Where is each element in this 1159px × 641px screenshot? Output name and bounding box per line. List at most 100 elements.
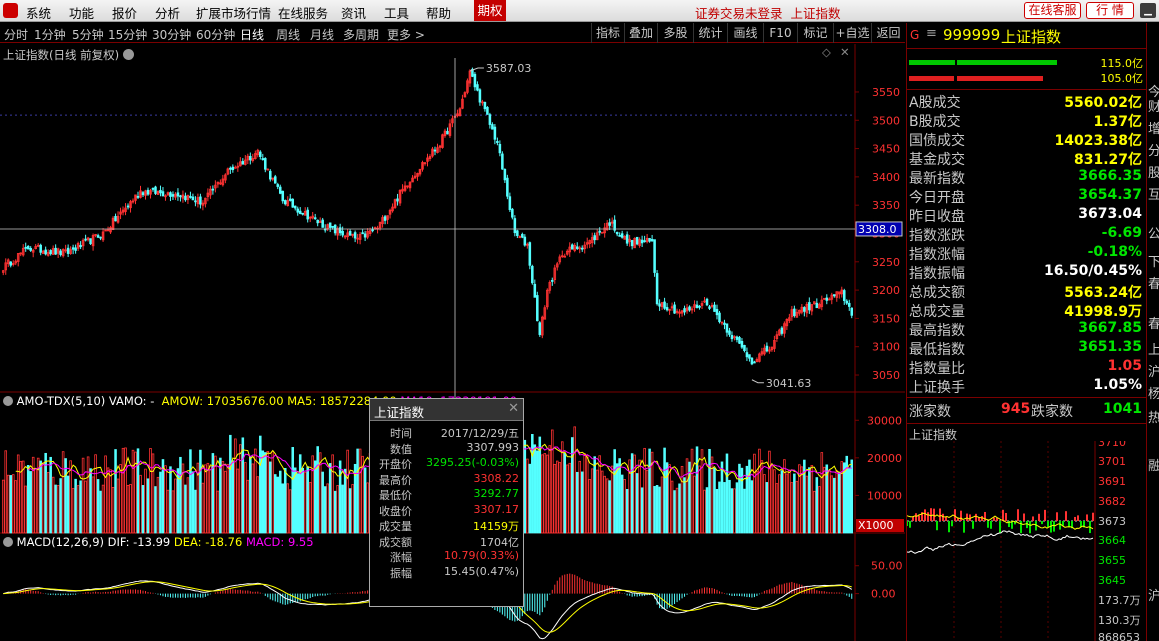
options-tab[interactable]: 期权 — [474, 0, 506, 21]
volume-bar — [109, 469, 112, 534]
candle — [708, 306, 711, 309]
diamond-icon[interactable]: ◇ — [822, 45, 831, 59]
volume-bar — [800, 466, 804, 534]
menu-tools[interactable]: 工具 — [384, 3, 409, 22]
menu-help[interactable]: 帮助 — [426, 3, 451, 22]
period-fenshi[interactable]: 分时 — [4, 26, 28, 43]
y-tick-label: 3450 — [872, 143, 900, 156]
volume-bar — [805, 475, 809, 534]
period-monthly[interactable]: 月线 — [310, 26, 334, 43]
period-15min[interactable]: 15分钟 — [108, 26, 147, 43]
candle — [750, 357, 754, 365]
menu-system[interactable]: 系统 — [26, 3, 51, 22]
candle — [655, 273, 659, 305]
quote-row-label: 基金成交 — [909, 152, 965, 168]
online-service-button[interactable]: 在线客服 — [1024, 2, 1081, 19]
volume-bar — [124, 447, 127, 534]
period-multi[interactable]: 多周期 — [343, 26, 379, 43]
menu-bar: 系统 功能 报价 分析 扩展市场行情 在线服务 资讯 工具 帮助 期权 证券交易… — [0, 0, 1159, 22]
menu-icon[interactable]: ≡ — [926, 26, 937, 41]
tool-back[interactable]: 返回 — [871, 23, 905, 43]
minimize-icon[interactable]: ▁ — [1140, 3, 1156, 18]
volume-bar — [141, 485, 145, 534]
volume-bar — [548, 445, 552, 534]
tool-indicator[interactable]: 指标 — [591, 23, 624, 43]
volume-bar — [720, 461, 724, 534]
period-1min[interactable]: 1分钟 — [34, 26, 66, 43]
tool-multi-stock[interactable]: 多股 — [657, 23, 693, 43]
quote-row: 昨日收盘 3673.04 — [909, 206, 1144, 225]
low-label: 3041.63 — [766, 377, 812, 390]
volume-bar — [276, 476, 280, 534]
quote-row-label: 最低指数 — [909, 342, 965, 358]
y-tick-label: 20000 — [867, 452, 902, 465]
app-logo-icon[interactable] — [3, 3, 18, 18]
volume-bar — [660, 476, 664, 534]
volume-bar — [46, 472, 50, 534]
candle — [189, 195, 192, 198]
tool-mark[interactable]: 标记 — [797, 23, 833, 43]
quote-row: 总成交额 5563.24亿 — [909, 282, 1144, 301]
quote-button[interactable]: 行 情 — [1086, 2, 1134, 19]
volume-bar — [9, 475, 13, 534]
volume-bar — [815, 477, 819, 534]
candle — [486, 106, 489, 115]
quote-row-label: 指数振幅 — [909, 266, 965, 282]
tool-draw-line[interactable]: 画线 — [727, 23, 763, 43]
period-5min[interactable]: 5分钟 — [72, 26, 104, 43]
menu-analysis[interactable]: 分析 — [155, 3, 180, 22]
candle — [663, 301, 666, 309]
close-icon[interactable]: ✕ — [508, 401, 519, 416]
close-panel-icon[interactable]: ✕ — [840, 45, 850, 59]
mini-intraday-chart[interactable]: 3710 3701 3691 3682 3673 3664 3655 3645 173.7万 13… — [907, 441, 1146, 641]
period-weekly[interactable]: 周线 — [276, 26, 300, 43]
menu-quote[interactable]: 报价 — [112, 3, 137, 22]
volume-bar — [765, 482, 769, 534]
dropdown-circle-icon[interactable] — [3, 537, 13, 547]
volume-bar — [11, 474, 15, 534]
tool-f10[interactable]: F10 — [763, 23, 797, 43]
candle — [229, 167, 232, 170]
volume-bar — [246, 479, 250, 534]
tool-statistics[interactable]: 统计 — [693, 23, 727, 43]
candle — [396, 198, 399, 202]
menu-online-service[interactable]: 在线服务 — [278, 3, 328, 22]
period-more[interactable]: 更多 > — [387, 26, 425, 43]
tooltip-row: 振幅 15.45(0.47%) — [370, 565, 523, 580]
tool-add-watchlist[interactable]: +自选 — [833, 23, 871, 43]
period-daily[interactable]: 日线 — [240, 26, 264, 43]
candle — [695, 304, 699, 309]
quote-row-label: 最高指数 — [909, 323, 965, 339]
candle — [630, 240, 634, 247]
volume-bar — [618, 458, 621, 534]
quote-row-label: 指数涨幅 — [909, 247, 965, 263]
volume-bar — [184, 484, 187, 534]
volume-bar — [560, 441, 564, 534]
menu-news[interactable]: 资讯 — [341, 3, 366, 22]
volume-bar — [64, 458, 67, 534]
menu-function[interactable]: 功能 — [69, 3, 94, 22]
volume-bar — [216, 490, 220, 534]
candle — [715, 309, 719, 316]
period-60min[interactable]: 60分钟 — [196, 26, 235, 43]
menu-extended-market[interactable]: 扩展市场行情 — [196, 3, 271, 22]
volume-bar — [131, 449, 135, 534]
volume-bar — [1, 479, 5, 534]
dropdown-circle-icon[interactable] — [3, 396, 13, 406]
tool-overlay[interactable]: 叠加 — [624, 23, 657, 43]
dropdown-circle-icon[interactable] — [122, 49, 134, 60]
volume-bar — [266, 451, 270, 534]
tooltip-row-label: 收盘价 — [379, 504, 412, 518]
group-g-icon[interactable]: G — [910, 28, 919, 42]
tooltip-row-value: 3292.77 — [473, 487, 520, 500]
y-tick-label: 3050 — [872, 369, 900, 382]
volume-bar — [788, 469, 791, 534]
volume-bar — [59, 478, 62, 534]
candle — [728, 330, 731, 335]
candle — [615, 231, 619, 235]
volume-bar — [99, 490, 102, 534]
period-30min[interactable]: 30分钟 — [152, 26, 191, 43]
volume-bar — [695, 446, 699, 534]
volume-bar — [316, 446, 319, 534]
quote-row: 最低指数 3651.35 — [909, 339, 1144, 358]
